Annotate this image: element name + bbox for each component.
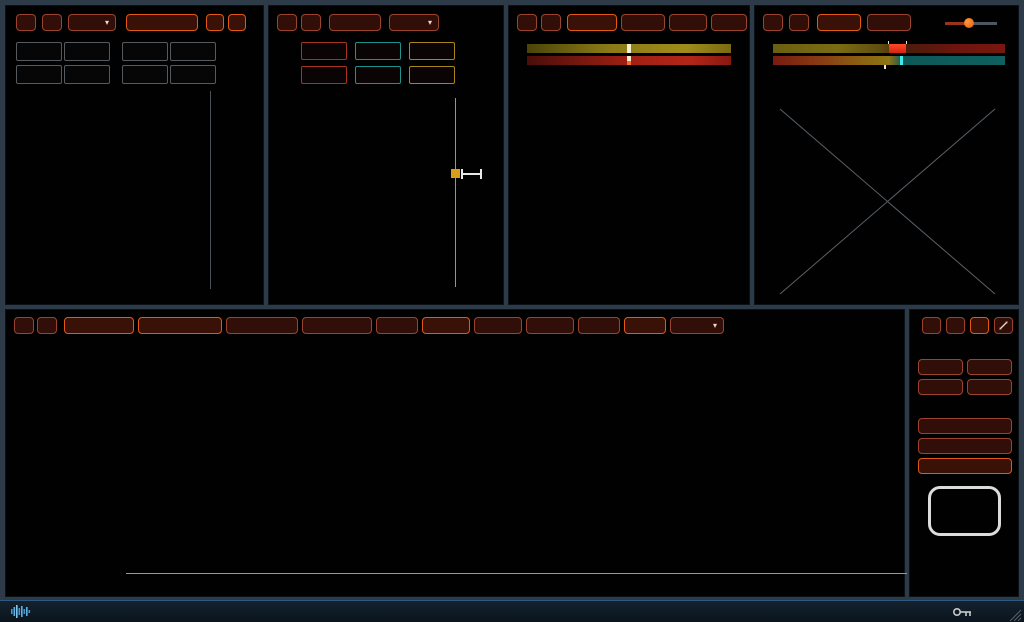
hawkeye-analyzer-window: { "colors": {"accent":"#ff821e","red":"#… xyxy=(0,0,1024,622)
spectrum-panel: ▾ xyxy=(5,309,905,597)
tab-depth[interactable] xyxy=(669,14,707,31)
lra-histogram-axis xyxy=(455,98,456,287)
balance-tick xyxy=(888,41,889,44)
freeze-button[interactable] xyxy=(42,14,62,31)
lra-range-cap xyxy=(480,169,482,179)
rms-mode-button[interactable] xyxy=(126,14,198,31)
monitoring-panel xyxy=(909,309,1019,597)
solo-side-button[interactable] xyxy=(967,379,1012,395)
r-solo-button[interactable] xyxy=(526,317,574,334)
solo-right-button[interactable] xyxy=(967,359,1012,375)
expand-button[interactable] xyxy=(994,317,1013,334)
left-button[interactable] xyxy=(970,317,989,334)
lin-button[interactable] xyxy=(578,317,620,334)
spectrum-display xyxy=(131,438,431,588)
transpose-button[interactable] xyxy=(918,438,1012,454)
chevron-down-icon: ▾ xyxy=(105,15,109,30)
reset-button[interactable] xyxy=(14,317,34,334)
balance-bar xyxy=(773,44,1005,53)
dc-offset-left-bar xyxy=(527,44,731,53)
solo-mid-button[interactable] xyxy=(918,379,963,395)
left-meter-button[interactable] xyxy=(206,14,224,31)
correlation-bar xyxy=(773,56,1005,65)
tab-distrib[interactable] xyxy=(621,14,665,31)
ballistics-slider[interactable] xyxy=(945,17,997,29)
plr-lu-value xyxy=(301,42,347,60)
reset-button[interactable] xyxy=(922,317,941,334)
dc-offset-left-marker xyxy=(627,44,631,53)
level-meter-panel: ▾ xyxy=(5,5,264,305)
freeze-button[interactable] xyxy=(789,14,809,31)
lin-button[interactable] xyxy=(817,14,861,31)
frequency-axis xyxy=(126,573,907,574)
log-button[interactable] xyxy=(867,14,911,31)
tab-invert[interactable] xyxy=(711,14,747,31)
dbtp-value xyxy=(170,65,216,84)
monitor-source-dropdown[interactable]: ▾ xyxy=(670,317,724,334)
peak-hold-value xyxy=(122,42,168,61)
chevron-down-icon: ▾ xyxy=(428,15,432,30)
peak-hold-value xyxy=(170,42,216,61)
freeze-button[interactable] xyxy=(301,14,321,31)
reset-button[interactable] xyxy=(16,14,36,31)
pano-phase-button[interactable] xyxy=(226,317,298,334)
log-button[interactable] xyxy=(624,317,666,334)
bandpass-button[interactable] xyxy=(918,418,1012,434)
goniometer-scope xyxy=(828,113,1024,263)
dbtp-value xyxy=(122,65,168,84)
reset-button[interactable] xyxy=(763,14,783,31)
reset-button[interactable] xyxy=(517,14,537,31)
right-meter-button[interactable] xyxy=(228,14,246,31)
third-octave-button[interactable] xyxy=(302,317,372,334)
expand-icon xyxy=(998,320,1009,331)
plugin-alliance-icon xyxy=(10,604,32,619)
spl-logo xyxy=(928,486,1001,536)
bit-pattern-panel xyxy=(508,5,750,305)
freeze-button[interactable] xyxy=(541,14,561,31)
chevron-down-icon: ▾ xyxy=(713,318,717,333)
reset-button[interactable] xyxy=(277,14,297,31)
dbtp-value xyxy=(64,65,110,84)
freeze-button[interactable] xyxy=(37,317,57,334)
goniometer-panel xyxy=(754,5,1019,305)
license-key-icon[interactable] xyxy=(952,606,974,618)
correlation-marker xyxy=(900,56,903,65)
meter-mode-dropdown[interactable]: ▾ xyxy=(68,14,116,31)
bar-button[interactable] xyxy=(376,317,418,334)
loudness-panel: ▾ xyxy=(268,5,504,305)
monitor-button[interactable] xyxy=(918,458,1012,474)
il-lufs-value xyxy=(301,66,347,84)
ml-lufs-value xyxy=(355,66,401,84)
peak-hold-value xyxy=(64,42,110,61)
freeze-button[interactable] xyxy=(946,317,965,334)
correlation-center-tick xyxy=(884,65,886,69)
fft-button[interactable] xyxy=(64,317,134,334)
pmr-lu-value xyxy=(355,42,401,60)
tab-pattern[interactable] xyxy=(567,14,617,31)
l-solo-button[interactable] xyxy=(474,317,522,334)
plugin-alliance-logo[interactable] xyxy=(10,604,38,619)
lu-target-dropdown[interactable]: ▾ xyxy=(389,14,439,31)
dbtp-value xyxy=(16,65,62,84)
peak-hold-value xyxy=(16,42,62,61)
lra-range-cap xyxy=(461,169,463,179)
sl-lufs-value xyxy=(409,66,455,84)
slider-knob[interactable] xyxy=(964,18,974,28)
hold-button[interactable] xyxy=(422,317,470,334)
lra-marker xyxy=(451,169,460,178)
timeline-button[interactable] xyxy=(329,14,381,31)
balance-marker xyxy=(889,44,906,53)
solo-left-button[interactable] xyxy=(918,359,963,375)
balance-tick xyxy=(906,41,907,44)
resize-grip[interactable] xyxy=(1008,608,1022,622)
dc-offset-right-marker xyxy=(627,56,631,65)
psr-lu-value xyxy=(409,42,455,60)
dc-offset-right-bar xyxy=(527,56,731,65)
status-bar xyxy=(0,600,1024,622)
lra-range-bar xyxy=(461,173,482,175)
spectrogram-button[interactable] xyxy=(138,317,222,334)
